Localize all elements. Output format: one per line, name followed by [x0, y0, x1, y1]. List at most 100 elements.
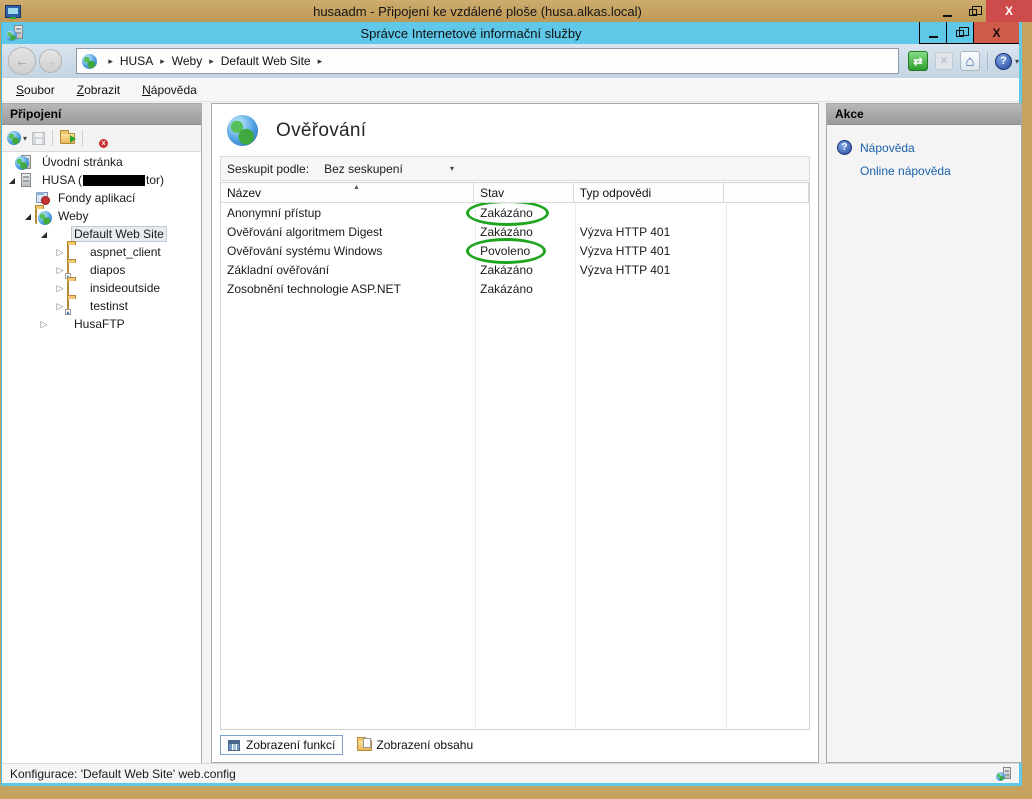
tree-item-label: testinst	[87, 298, 131, 314]
help-icon: ?	[995, 53, 1012, 70]
rdp-window: husaadm - Připojení ke vzdálené ploše (h…	[0, 0, 1032, 799]
feature-panel: Ověřování Seskupit podle: Bez seskupení …	[211, 103, 819, 763]
tab-label: Zobrazení obsahu	[376, 738, 473, 752]
chevron-down-icon: ▾	[1015, 57, 1019, 66]
rdp-restore-button[interactable]	[960, 0, 986, 22]
back-button[interactable]: ←	[8, 47, 36, 75]
sites-folder-icon	[35, 209, 50, 223]
connections-header: Připojení	[2, 104, 201, 125]
tree-item-husa-tor[interactable]: ◢ HUSA (tor)	[2, 171, 201, 189]
tree-item-husaftp[interactable]: ▷ HusaFTP	[2, 315, 201, 333]
feature-row-overovani-algoritmem-digest[interactable]: Ověřování algoritmem DigestZakázánoVýzva…	[221, 222, 809, 241]
expander-collapsed-icon[interactable]: ▷	[54, 283, 66, 294]
feature-response-type: Výzva HTTP 401	[574, 263, 724, 277]
expander-collapsed-icon[interactable]: ▷	[38, 319, 50, 330]
minimize-icon	[943, 15, 952, 17]
feature-row-zakladni-overovani[interactable]: Základní ověřováníZakázánoVýzva HTTP 401	[221, 260, 809, 279]
group-by-select[interactable]: Bez seskupení ▾	[320, 160, 458, 178]
action-napoveda[interactable]: ?Nápověda	[837, 136, 1021, 159]
tab-zobrazeni-obsahu[interactable]: Zobrazení obsahu	[350, 736, 480, 754]
iis-titlebar: Správce Internetové informační služby X	[2, 22, 1019, 44]
folder-icon	[67, 280, 69, 296]
restore-icon	[969, 9, 977, 16]
rdp-caption-buttons: X	[934, 0, 1032, 22]
status-value: Zakázáno	[480, 282, 533, 296]
breadcrumb-item-weby[interactable]: Weby	[172, 54, 202, 68]
expander-expanded-icon[interactable]: ◢	[22, 212, 34, 221]
home-button[interactable]: ⌂	[960, 51, 980, 71]
site-icon	[51, 227, 66, 241]
up-arrow-icon	[70, 135, 76, 143]
status-value-circled: Zakázáno	[480, 206, 533, 220]
iis-close-button[interactable]: X	[973, 22, 1019, 44]
up-level-button[interactable]	[60, 133, 75, 144]
folder-icon	[67, 281, 82, 295]
rdp-close-button[interactable]: X	[986, 0, 1032, 22]
toolbar-separator	[987, 52, 988, 70]
column-header-typ-odpovedi[interactable]: Typ odpovědi	[574, 183, 724, 202]
close-icon: x	[99, 139, 108, 148]
tab-zobrazeni-funkci[interactable]: Zobrazení funkcí	[220, 735, 343, 755]
connections-tree: Úvodní stránka◢HUSA (tor)Fondy aplikací◢…	[2, 153, 201, 763]
tree-item-aspnet-client[interactable]: ▷aspnet_client	[2, 243, 201, 261]
breadcrumb-item-husa[interactable]: HUSA	[120, 54, 153, 68]
group-by-bar: Seskupit podle: Bez seskupení ▾	[220, 156, 810, 181]
action-online-napoveda[interactable]: Online nápověda	[860, 159, 1021, 182]
feature-status: Zakázáno	[474, 263, 574, 277]
feature-title-row: Ověřování	[212, 104, 818, 146]
globe-icon	[15, 156, 29, 170]
column-header-nazev[interactable]: Název▲	[221, 183, 474, 202]
content-view-icon	[357, 739, 370, 751]
toolbar-separator	[82, 130, 83, 146]
tab-label: Zobrazení funkcí	[246, 738, 335, 752]
breadcrumb-item-default-web-site[interactable]: Default Web Site	[221, 54, 311, 68]
tree-item-testinst[interactable]: ▷testinst	[2, 297, 201, 315]
column-header-empty	[724, 183, 809, 202]
tree-item-default-web-site[interactable]: ◢Default Web Site	[2, 225, 201, 243]
actions-panel: Akce ?NápovědaOnline nápověda	[826, 103, 1022, 763]
action-link-label: Nápověda	[860, 141, 915, 155]
group-by-label: Seskupit podle:	[227, 162, 309, 176]
restore-icon	[956, 30, 964, 37]
chevron-down-icon: ▾	[23, 134, 27, 143]
disconnect-button[interactable]: x	[90, 131, 105, 146]
globe-icon	[38, 211, 52, 225]
feature-status: Zakázáno	[474, 225, 574, 239]
menu-item-zobrazit[interactable]: Zobrazit	[77, 83, 120, 97]
group-by-value: Bez seskupení	[324, 162, 403, 176]
stop-button: ✕	[935, 52, 953, 70]
folder-link-icon	[67, 299, 82, 313]
feature-row-overovani-systemu-windows[interactable]: Ověřování systému WindowsPovolenoVýzva H…	[221, 241, 809, 260]
tree-item-diapos[interactable]: ▷diapos	[2, 261, 201, 279]
connections-toolbar: ▾ x	[2, 125, 201, 152]
tree-item-label: Fondy aplikací	[55, 190, 138, 206]
iis-restore-button[interactable]	[946, 22, 973, 44]
create-connection-button[interactable]: ▾	[7, 131, 27, 145]
expander-collapsed-icon[interactable]: ▷	[54, 247, 66, 258]
tree-item-uvodni-stranka[interactable]: Úvodní stránka	[2, 153, 201, 171]
menu-item-soubor[interactable]: Soubor	[16, 83, 55, 97]
feature-row-zosobneni-technologie-asp-net[interactable]: Zosobnění technologie ASP.NETZakázáno	[221, 279, 809, 298]
help-button[interactable]: ? ▾	[995, 53, 1019, 70]
breadcrumb-arrow-icon: ▸	[160, 56, 165, 67]
expander-expanded-icon[interactable]: ◢	[6, 176, 18, 185]
globe-icon	[6, 30, 17, 41]
tree-item-label: HUSA (tor)	[39, 172, 167, 188]
feature-row-anonymni-pristup[interactable]: Anonymní přístupZakázáno	[221, 203, 809, 222]
refresh-button[interactable]: ⇄	[908, 51, 928, 71]
menu-item-napoveda[interactable]: Nápověda	[142, 83, 197, 97]
rdp-minimize-button[interactable]	[934, 0, 960, 22]
iis-minimize-button[interactable]	[919, 22, 946, 44]
column-header-stav[interactable]: Stav	[474, 183, 574, 202]
expander-expanded-icon[interactable]: ◢	[38, 230, 50, 239]
folder-icon	[35, 208, 37, 224]
tree-item-insideoutside[interactable]: ▷insideoutside	[2, 279, 201, 297]
tree-item-weby[interactable]: ◢Weby	[2, 207, 201, 225]
tree-item-label: HusaFTP	[71, 316, 128, 332]
tree-item-fondy-aplikaci[interactable]: Fondy aplikací	[2, 189, 201, 207]
minimize-icon	[929, 36, 938, 38]
app-pools-icon	[35, 191, 50, 205]
breadcrumb-arrow-icon: ▸	[108, 56, 113, 67]
forward-button[interactable]: →	[39, 49, 63, 73]
feature-response-type: Výzva HTTP 401	[574, 244, 724, 258]
